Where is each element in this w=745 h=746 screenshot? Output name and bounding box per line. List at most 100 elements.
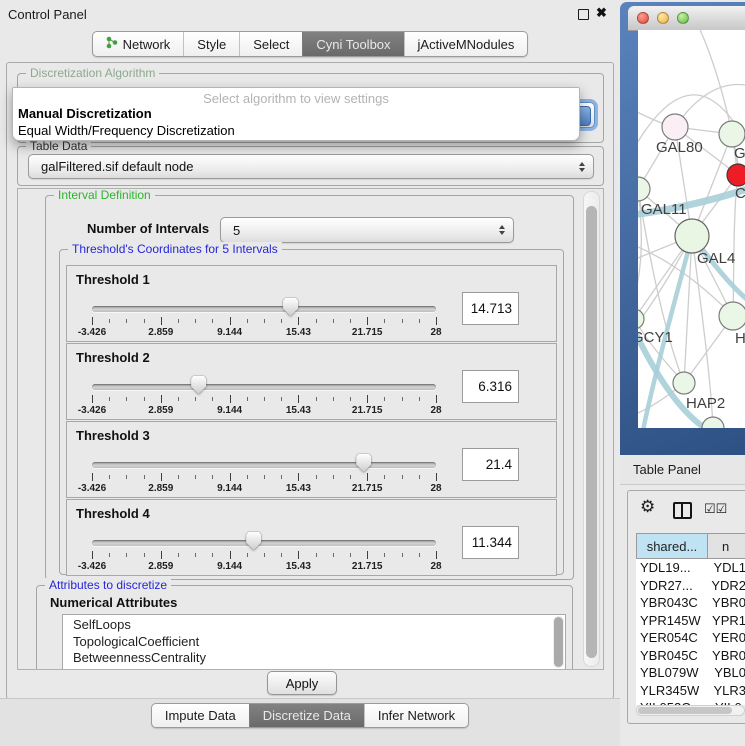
number-of-intervals-combobox[interactable]: 5 xyxy=(220,217,514,243)
slider-thumb[interactable] xyxy=(191,376,206,394)
table-row[interactable]: YDL19...YDL1 xyxy=(636,559,745,577)
minimize-traffic-light-icon[interactable] xyxy=(657,12,669,24)
attribute-item-betweennesscentrality[interactable]: BetweennessCentrality xyxy=(63,650,565,667)
table-cell[interactable]: YPR1 xyxy=(705,613,745,628)
threshold-slider[interactable]: -3.4262.8599.14415.4321.71528 xyxy=(92,452,436,494)
attribute-item-selfloops[interactable]: SelfLoops xyxy=(63,617,565,634)
network-node[interactable] xyxy=(702,417,724,428)
tab-discretize-data[interactable]: Discretize Data xyxy=(249,704,364,727)
table-cell[interactable]: YDR2 xyxy=(704,578,745,593)
table-cell[interactable]: YER054C xyxy=(636,630,705,645)
combobox-arrows-icon xyxy=(579,162,585,172)
table-row[interactable]: YLR345WYLR3 xyxy=(636,682,745,700)
table-cell[interactable]: YPR145W xyxy=(636,613,705,628)
tick-label: 2.859 xyxy=(148,483,173,494)
node-label: GAL4 xyxy=(697,250,735,267)
table-row[interactable]: YBL079WYBL0 xyxy=(636,664,745,682)
vertical-scrollbar[interactable] xyxy=(583,191,600,667)
table-row[interactable]: YBR043CYBR0 xyxy=(636,594,745,612)
network-node-gal80[interactable] xyxy=(662,114,688,140)
table-cell[interactable]: YBR045C xyxy=(636,648,705,663)
group-title: Attributes to discretize xyxy=(45,578,171,592)
group-title: Interval Definition xyxy=(54,188,155,202)
network-node-c[interactable] xyxy=(727,164,745,186)
popup-option-list: Manual DiscretizationEqual Width/Frequen… xyxy=(16,106,576,139)
slider-tick-labels: -3.4262.8599.14415.4321.71528 xyxy=(92,561,436,572)
threshold-value-field[interactable]: 11.344 xyxy=(462,526,519,559)
horizontal-scrollbar[interactable] xyxy=(636,705,745,716)
scrollbar-thumb[interactable] xyxy=(586,206,597,658)
float-window-icon[interactable] xyxy=(578,9,589,20)
table-cell[interactable]: YER0 xyxy=(705,630,745,645)
network-canvas[interactable]: GAL80GCGAL11GAL4GCY1HHAP2 xyxy=(638,30,745,428)
threshold-value-field[interactable]: 6.316 xyxy=(462,370,519,403)
table-cell[interactable]: YDR27... xyxy=(636,578,704,593)
network-node-gal4[interactable] xyxy=(675,219,709,253)
table-cell[interactable]: YBL0 xyxy=(707,665,745,680)
network-node-g[interactable] xyxy=(719,121,745,147)
tab-infer-network[interactable]: Infer Network xyxy=(364,704,468,727)
table-cell[interactable]: YBR0 xyxy=(705,648,745,663)
gear-icon[interactable]: ⚙ xyxy=(640,497,655,517)
threshold-value-field[interactable]: 14.713 xyxy=(462,292,519,325)
tab-label: Select xyxy=(253,37,289,52)
column-header-name[interactable]: n xyxy=(708,533,745,559)
close-traffic-light-icon[interactable] xyxy=(637,12,649,24)
table-row[interactable]: YER054CYER0 xyxy=(636,629,745,647)
list-scrollbar[interactable] xyxy=(553,616,564,668)
tab-select[interactable]: Select xyxy=(239,32,302,56)
table-row[interactable]: YBR045CYBR0 xyxy=(636,647,745,665)
checkbox-icons[interactable]: ☑☑ xyxy=(704,501,727,517)
split-columns-icon[interactable] xyxy=(673,502,692,519)
table-cell[interactable]: YDL19... xyxy=(636,560,706,575)
checkbox-checked-icon[interactable]: ☑ xyxy=(704,501,716,516)
network-node-hap2[interactable] xyxy=(673,372,695,394)
tick-label: 2.859 xyxy=(148,405,173,416)
table-cell[interactable]: YBR043C xyxy=(636,595,705,610)
threshold-slider[interactable]: -3.4262.8599.14415.4321.71528 xyxy=(92,374,436,416)
threshold-value-field[interactable]: 21.4 xyxy=(462,448,519,481)
slider-track[interactable] xyxy=(92,462,436,468)
zoom-traffic-light-icon[interactable] xyxy=(677,12,689,24)
tab-style[interactable]: Style xyxy=(183,32,239,56)
apply-button[interactable]: Apply xyxy=(267,671,337,695)
tab-impute-data[interactable]: Impute Data xyxy=(152,704,249,727)
table-cell[interactable]: YDL1 xyxy=(706,560,745,575)
table-cell[interactable]: YLR345W xyxy=(636,683,706,698)
network-icon xyxy=(106,36,118,52)
slider-track[interactable] xyxy=(92,384,436,390)
slider-track[interactable] xyxy=(92,306,436,312)
column-header-shared-name[interactable]: shared... xyxy=(636,533,708,559)
window-title: Control Panel xyxy=(8,7,87,22)
table-cell[interactable]: YBR0 xyxy=(705,595,745,610)
slider-thumb[interactable] xyxy=(283,298,298,316)
scrollbar-thumb[interactable] xyxy=(638,707,732,714)
tab-cyni-toolbox[interactable]: Cyni Toolbox xyxy=(302,32,403,56)
network-window-titlebar[interactable] xyxy=(628,6,745,31)
table-cell[interactable]: YBL079W xyxy=(636,665,707,680)
node-label: G xyxy=(734,145,745,162)
network-node-gcy1[interactable] xyxy=(638,309,644,329)
threshold-slider[interactable]: -3.4262.8599.14415.4321.71528 xyxy=(92,296,436,338)
numerical-attributes-list[interactable]: SelfLoopsTopologicalCoefficientBetweenne… xyxy=(62,614,566,670)
table-cell[interactable]: YLR3 xyxy=(706,683,745,698)
popup-option-manual-discretization[interactable]: Manual Discretization xyxy=(16,106,576,123)
number-of-intervals-value: 5 xyxy=(233,223,240,238)
slider-thumb[interactable] xyxy=(356,454,371,472)
slider-track[interactable] xyxy=(92,540,436,546)
threshold-slider[interactable]: -3.4262.8599.14415.4321.71528 xyxy=(92,530,436,572)
checkbox-checked-icon[interactable]: ☑ xyxy=(716,501,728,516)
table-row[interactable]: YDR27...YDR2 xyxy=(636,577,745,595)
group-title: Threshold's Coordinates for 5 Intervals xyxy=(68,242,282,256)
tab-jactivemnodules[interactable]: jActiveMNodules xyxy=(404,32,528,56)
attribute-item-topologicalcoefficient[interactable]: TopologicalCoefficient xyxy=(63,634,565,651)
popup-option-equal-width-frequency-discretization[interactable]: Equal Width/Frequency Discretization xyxy=(16,123,576,140)
close-icon[interactable]: ✖ xyxy=(596,5,607,21)
slider-tick-labels: -3.4262.8599.14415.4321.71528 xyxy=(92,405,436,416)
tab-network[interactable]: Network xyxy=(93,32,184,56)
table-data-combobox[interactable]: galFiltered.sif default node xyxy=(28,154,594,179)
network-view-window[interactable]: GAL80GCGAL11GAL4GCY1HHAP2 xyxy=(620,2,745,455)
table-row[interactable]: YPR145WYPR1 xyxy=(636,612,745,630)
slider-thumb[interactable] xyxy=(246,532,261,550)
network-node-h[interactable] xyxy=(719,302,745,330)
